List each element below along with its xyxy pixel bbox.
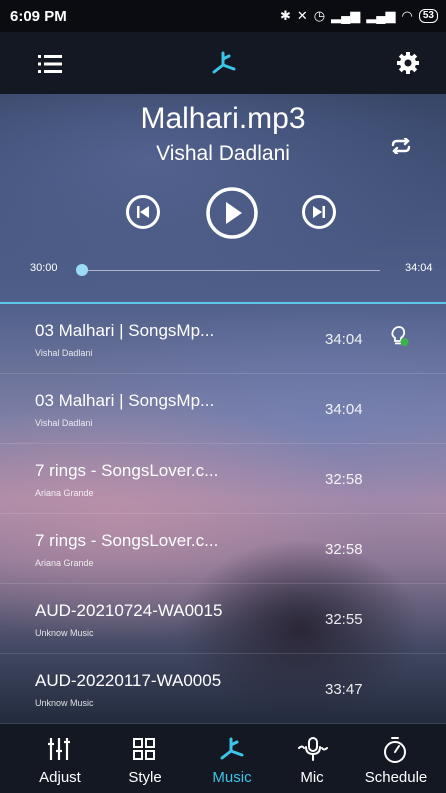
music-note-icon: [220, 737, 244, 760]
song-row[interactable]: 7 rings - SongsLover.c... Ariana Grande …: [0, 444, 446, 514]
grid-icon: [133, 738, 155, 760]
song-row[interactable]: AUD-20220117-WA0005 Unknow Music 33:47: [0, 654, 446, 724]
mute-icon: ✕: [296, 8, 308, 23]
song-artist: Unknow Music: [35, 628, 94, 638]
nav-style[interactable]: Style: [105, 724, 185, 793]
timer-icon: [384, 737, 406, 763]
song-duration: 32:58: [325, 471, 363, 488]
song-duration: 34:04: [325, 331, 363, 348]
now-playing-panel: Malhari.mp3 Vishal Dadlani 30:00 34:04: [0, 94, 446, 302]
nav-label: Adjust: [39, 769, 81, 786]
song-list: 03 Malhari | SongsMp... Vishal Dadlani 3…: [0, 304, 446, 724]
song-artist: Ariana Grande: [35, 558, 94, 568]
next-button[interactable]: [301, 194, 337, 230]
seek-thumb[interactable]: [76, 264, 88, 276]
song-title: 03 Malhari | SongsMp...: [35, 321, 215, 340]
nav-music[interactable]: Music: [192, 724, 272, 793]
song-artist: Unknow Music: [35, 698, 94, 708]
bluetooth-icon: ✱: [279, 8, 291, 23]
battery-icon: 53: [418, 9, 438, 23]
bottom-nav: Adjust Style Music Mic Schedule: [0, 724, 446, 793]
song-duration: 33:47: [325, 681, 363, 698]
nav-label: Schedule: [364, 769, 428, 786]
nav-adjust[interactable]: Adjust: [20, 724, 100, 793]
song-duration: 34:04: [325, 401, 363, 418]
status-time: 6:09 PM: [10, 7, 67, 25]
seek-bar[interactable]: [82, 270, 380, 271]
top-app-bar: [0, 32, 446, 94]
song-row[interactable]: 03 Malhari | SongsMp... Vishal Dadlani 3…: [0, 304, 446, 374]
total-time: 34:04: [405, 262, 433, 274]
song-artist: Ariana Grande: [35, 488, 94, 498]
signal-icon: ▂▄▆: [331, 8, 361, 23]
wifi-icon: ◠: [401, 8, 413, 23]
alarm-icon: ◷: [313, 8, 326, 23]
song-title: 7 rings - SongsLover.c...: [35, 461, 219, 480]
equalizer-icon: [48, 738, 70, 760]
song-artist: Vishal Dadlani: [35, 418, 93, 428]
menu-icon[interactable]: [38, 54, 62, 74]
song-duration: 32:55: [325, 611, 363, 628]
gear-icon[interactable]: [397, 52, 419, 74]
microphone-icon: [298, 737, 328, 761]
song-title: AUD-20210724-WA0015: [35, 601, 223, 620]
now-playing-artist: Vishal Dadlani: [156, 142, 290, 165]
music-note-icon: [212, 51, 236, 74]
signal-icon-2: ▂▄▆: [366, 8, 396, 23]
nav-label: Mic: [300, 769, 324, 786]
repeat-icon[interactable]: [390, 138, 412, 154]
nav-mic[interactable]: Mic: [272, 724, 352, 793]
nav-label: Music: [212, 769, 252, 786]
nav-schedule[interactable]: Schedule: [356, 724, 436, 793]
song-title: 7 rings - SongsLover.c...: [35, 531, 219, 550]
song-title: AUD-20220117-WA0005: [35, 671, 222, 690]
song-artist: Vishal Dadlani: [35, 348, 93, 358]
song-row[interactable]: AUD-20210724-WA0015 Unknow Music 32:55: [0, 584, 446, 654]
nav-label: Style: [128, 769, 162, 786]
now-playing-bulb-icon: [391, 326, 409, 346]
song-duration: 32:58: [325, 541, 363, 558]
elapsed-time: 30:00: [30, 262, 58, 274]
song-row[interactable]: 7 rings - SongsLover.c... Ariana Grande …: [0, 514, 446, 584]
song-row[interactable]: 03 Malhari | SongsMp... Vishal Dadlani 3…: [0, 374, 446, 444]
song-title: 03 Malhari | SongsMp...: [35, 391, 215, 410]
play-button[interactable]: [205, 186, 259, 240]
status-icons: ✱ ✕ ◷ ▂▄▆ ▂▄▆ ◠ 53: [280, 8, 438, 24]
now-playing-title: Malhari.mp3: [140, 102, 306, 135]
status-bar: 6:09 PM ✱ ✕ ◷ ▂▄▆ ▂▄▆ ◠ 53: [0, 0, 446, 32]
previous-button[interactable]: [125, 194, 161, 230]
